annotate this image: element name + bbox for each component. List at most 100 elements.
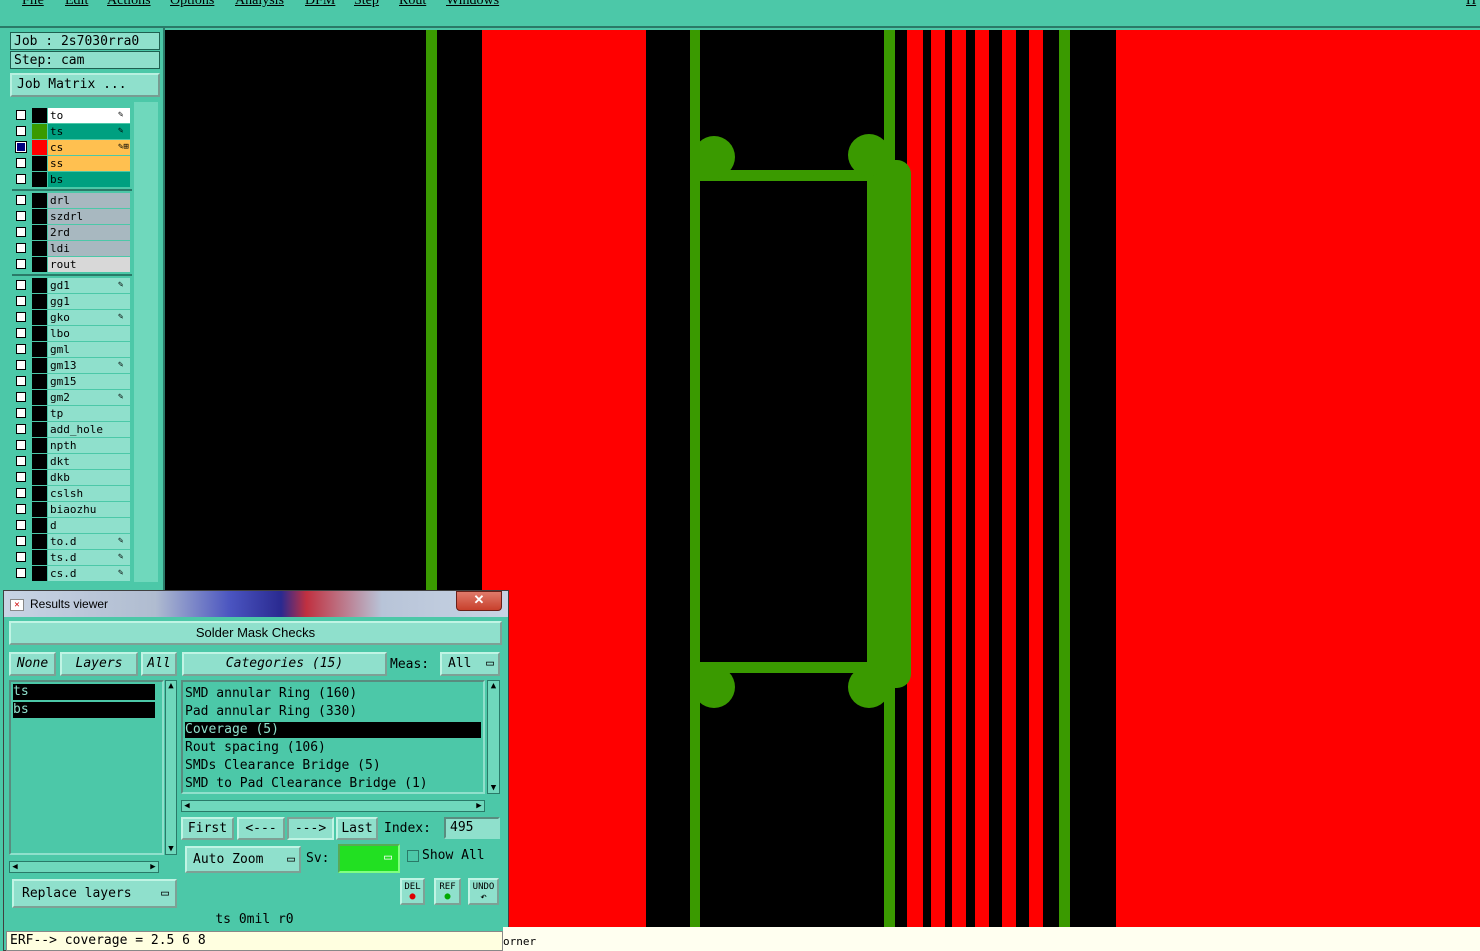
layer-row-dkb[interactable]: dkb [12,470,132,485]
scroll-left-icon[interactable]: ◀ [10,862,20,872]
menu-rout[interactable]: Rout [399,0,426,9]
all-button[interactable]: All [141,652,177,676]
layer-row-bs[interactable]: bs [12,172,132,187]
layer-row-gm13[interactable]: gm13 ✎ [12,358,132,373]
layer-row-rout[interactable]: rout [12,257,132,272]
zoom-mode-dropdown[interactable]: Auto Zoom ▭ [185,846,301,873]
layer-name[interactable]: ss [48,156,130,171]
category-item-selected[interactable]: Coverage (5) [185,722,481,738]
layer-row-ldi[interactable]: ldi [12,241,132,256]
layer-checkbox[interactable] [16,520,26,530]
first-button[interactable]: First [181,817,234,840]
layer-name[interactable]: tp [48,406,130,421]
layer-name[interactable]: szdrl [48,209,130,224]
result-layer-item[interactable]: bs [13,702,155,718]
layer-name[interactable]: drl [48,193,130,208]
meas-dropdown[interactable]: All ▭ [440,652,500,676]
ref-button[interactable]: REF ● [434,878,461,905]
last-button[interactable]: Last [336,817,378,840]
layer-checkbox[interactable] [16,536,26,546]
layer-row-ts[interactable]: ts ✎ [12,124,132,139]
layer-name[interactable]: gml [48,342,130,357]
scroll-right-icon[interactable]: ▶ [148,862,158,872]
layer-row-to-d[interactable]: to.d ✎ [12,534,132,549]
menu-actions[interactable]: Actions [107,0,151,9]
layer-color-swatch[interactable] [32,470,47,485]
scroll-left-icon[interactable]: ◀ [182,801,192,811]
layer-checkbox[interactable] [16,360,26,370]
layer-color-swatch[interactable] [32,140,47,155]
layer-color-swatch[interactable] [32,374,47,389]
layers-vertical-scrollbar[interactable]: ▲ ▼ [165,680,177,855]
layer-checkbox[interactable] [16,344,26,354]
layer-row-ss[interactable]: ss [12,156,132,171]
layer-color-swatch[interactable] [32,241,47,256]
layer-color-swatch[interactable] [32,257,47,272]
menu-step[interactable]: Step [354,0,379,9]
layer-row-2rd[interactable]: 2rd [12,225,132,240]
severity-color-dropdown[interactable]: ▭ [338,844,400,873]
layer-row-gd1[interactable]: gd1 ✎ [12,278,132,293]
layer-checkbox[interactable] [16,456,26,466]
layer-checkbox[interactable] [16,259,26,269]
previous-button[interactable]: <--- [237,817,285,840]
menu-analysis[interactable]: Analysis [235,0,284,9]
layer-color-swatch[interactable] [32,550,47,565]
layer-color-swatch[interactable] [32,534,47,549]
layer-checkbox[interactable] [16,280,26,290]
scroll-down-icon[interactable]: ▼ [166,844,176,854]
menu-options[interactable]: Options [170,0,214,9]
layer-checkbox[interactable] [16,568,26,578]
layer-row-to[interactable]: to ✎ [12,108,132,123]
menu-windows[interactable]: Windows [446,0,499,9]
menu-dfm[interactable]: DFM [305,0,335,9]
none-button[interactable]: None [9,652,56,676]
layer-row-d[interactable]: d [12,518,132,533]
layer-row-gm15[interactable]: gm15 [12,374,132,389]
layer-name[interactable]: d [48,518,130,533]
layer-row-npth[interactable]: npth [12,438,132,453]
layer-color-swatch[interactable] [32,310,47,325]
layer-checkbox[interactable] [16,296,26,306]
layer-color-swatch[interactable] [32,209,47,224]
layer-row-ts-d[interactable]: ts.d ✎ [12,550,132,565]
layer-checkbox[interactable] [16,158,26,168]
layer-row-cslsh[interactable]: cslsh [12,486,132,501]
layer-name[interactable]: npth [48,438,130,453]
layer-color-swatch[interactable] [32,172,47,187]
layer-color-swatch[interactable] [32,406,47,421]
layer-checkbox[interactable] [16,424,26,434]
layer-checkbox[interactable] [16,211,26,221]
layer-name[interactable]: lbo [48,326,130,341]
layer-checkbox[interactable] [16,488,26,498]
categories-vertical-scrollbar[interactable]: ▲ ▼ [487,680,500,794]
layer-row-gm2[interactable]: gm2 ✎ [12,390,132,405]
layer-name[interactable]: add_hole [48,422,130,437]
layer-color-swatch[interactable] [32,390,47,405]
index-field[interactable]: 495 [444,817,500,839]
layers-horizontal-scrollbar[interactable]: ◀ ▶ [9,861,159,873]
layer-checkbox[interactable] [16,195,26,205]
delete-button[interactable]: DEL ● [400,878,425,905]
layer-row-szdrl[interactable]: szdrl [12,209,132,224]
layer-color-swatch[interactable] [32,502,47,517]
layer-name[interactable]: gg1 [48,294,130,309]
layer-name[interactable]: ldi [48,241,130,256]
layer-checkbox[interactable] [16,408,26,418]
layer-checkbox[interactable] [16,110,26,120]
layer-checkbox[interactable] [16,142,26,152]
layer-color-swatch[interactable] [32,108,47,123]
menu-edit[interactable]: Edit [65,0,88,9]
results-viewer-titlebar[interactable]: ✕ Results viewer ✕ [4,591,508,617]
layer-row-tp[interactable]: tp [12,406,132,421]
layer-color-swatch[interactable] [32,566,47,581]
layer-color-swatch[interactable] [32,422,47,437]
layer-checkbox[interactable] [16,472,26,482]
menu-help[interactable]: H [1466,0,1476,9]
layer-color-swatch[interactable] [32,225,47,240]
layer-row-gml[interactable]: gml [12,342,132,357]
layer-row-dkt[interactable]: dkt [12,454,132,469]
layer-checkbox[interactable] [16,376,26,386]
layer-name[interactable]: 2rd [48,225,130,240]
layer-name[interactable]: bs [48,172,130,187]
